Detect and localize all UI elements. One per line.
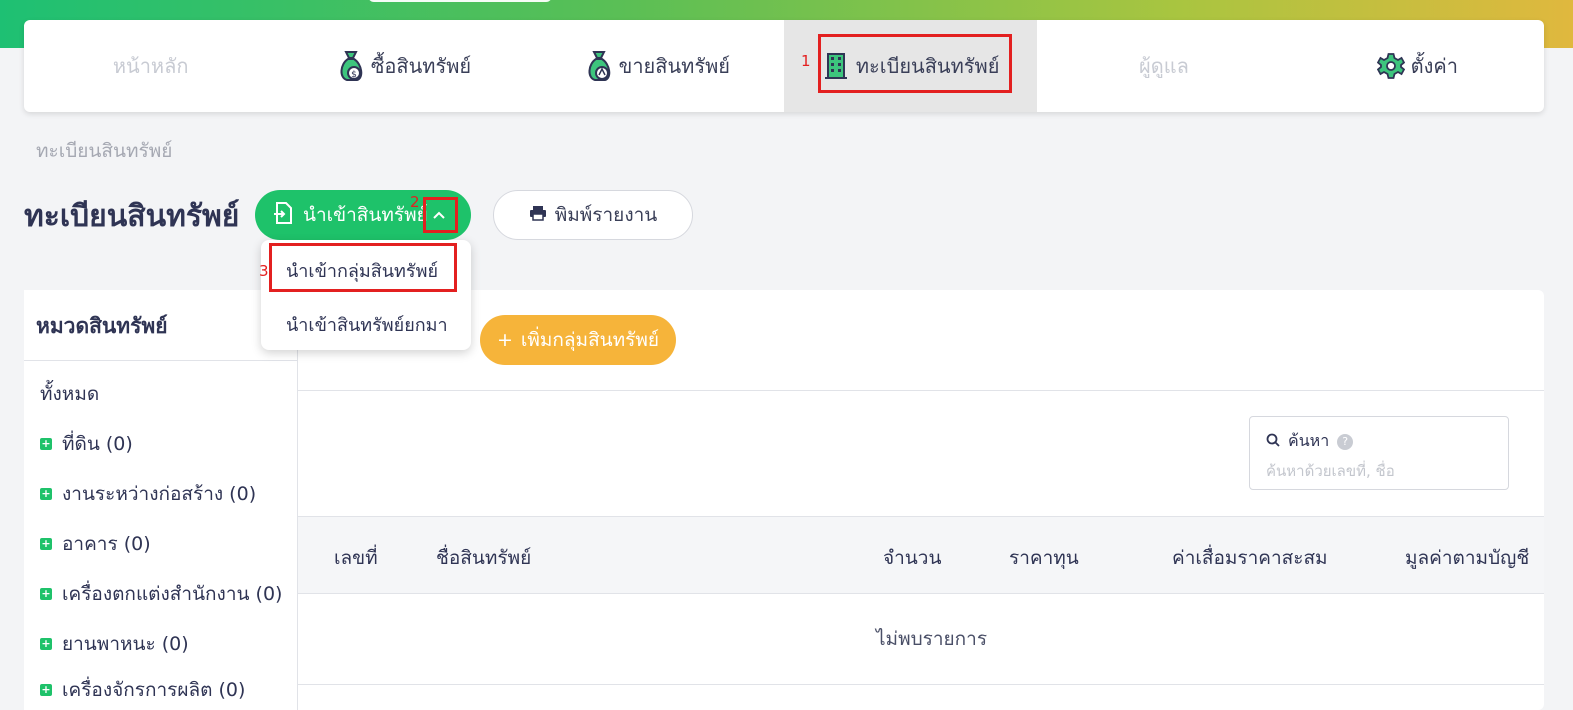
- category-label: เครื่องจักรการผลิต (0): [62, 679, 246, 701]
- category-label: เครื่องตกแต่งสำนักงาน (0): [62, 583, 283, 605]
- search-icon: [1266, 432, 1280, 451]
- row-divider: [298, 684, 1544, 685]
- svg-text:$: $: [351, 70, 357, 80]
- category-item[interactable]: + ยานพาหนะ (0): [40, 629, 189, 659]
- category-item[interactable]: + เครื่องตกแต่งสำนักงาน (0): [40, 579, 282, 609]
- sidebar-divider: [24, 360, 297, 361]
- plus-icon: +: [496, 329, 513, 351]
- highlight-box-2: [423, 197, 458, 233]
- search-field[interactable]: ค้นหา ? ค้นหาด้วยเลขที่, ชื่อ: [1249, 416, 1509, 490]
- highlight-box-1: [818, 34, 1012, 93]
- help-icon[interactable]: ?: [1337, 433, 1354, 450]
- column-header[interactable]: ราคาทุน: [1009, 543, 1079, 573]
- search-label: ค้นหา: [1288, 431, 1330, 450]
- annotation-label-1: 1: [801, 52, 811, 70]
- column-header[interactable]: ค่าเสื่อมราคาสะสม: [1172, 543, 1328, 573]
- expand-plus-icon[interactable]: +: [40, 638, 52, 650]
- nav-item-custodian[interactable]: ผู้ดูแล: [1037, 20, 1290, 112]
- category-item[interactable]: + เครื่องจักรการผลิต (0): [40, 675, 245, 705]
- column-header[interactable]: จำนวน: [883, 543, 941, 573]
- sidebar-title: หมวดสินทรัพย์: [36, 314, 168, 338]
- gear-icon: [1376, 50, 1405, 82]
- money-bag-icon: [585, 50, 613, 82]
- section-divider: [298, 390, 1544, 391]
- nav-item-label: หน้าหลัก: [112, 54, 189, 78]
- category-label: อาคาร (0): [62, 533, 151, 555]
- menu-item-import-brought-forward[interactable]: นำเข้าสินทรัพย์ยกมา: [286, 310, 448, 339]
- category-item[interactable]: + อาคาร (0): [40, 529, 151, 559]
- money-bag-icon: $: [337, 50, 365, 82]
- category-label: ยานพาหนะ (0): [62, 633, 189, 655]
- table-header: เลขที่ ชื่อสินทรัพย์ จำนวน ราคาทุน ค่าเส…: [298, 516, 1544, 594]
- search-input[interactable]: ค้นหาด้วยเลขที่, ชื่อ: [1266, 459, 1395, 483]
- nav-item-home[interactable]: หน้าหลัก: [24, 20, 277, 112]
- highlight-box-3: [269, 243, 457, 292]
- print-report-label: พิมพ์รายงาน: [554, 204, 658, 226]
- column-header[interactable]: มูลค่าตามบัญชี: [1405, 543, 1529, 573]
- nav-item-settings[interactable]: ตั้งค่า: [1291, 20, 1544, 112]
- category-label: ที่ดิน (0): [62, 433, 133, 455]
- add-asset-group-button[interactable]: + เพิ่มกลุ่มสินทรัพย์: [480, 315, 676, 365]
- category-item[interactable]: + งานระหว่างก่อสร้าง (0): [40, 479, 256, 509]
- nav-item-label: ตั้งค่า: [1410, 54, 1458, 78]
- top-pill: [368, 0, 552, 2]
- category-item[interactable]: + ที่ดิน (0): [40, 429, 133, 459]
- expand-plus-icon[interactable]: +: [40, 684, 52, 696]
- empty-state-text: ไม่พบรายการ: [876, 628, 988, 650]
- nav-item-label: ขายสินทรัพย์: [618, 54, 730, 78]
- category-all[interactable]: ทั้งหมด: [40, 379, 99, 409]
- expand-plus-icon[interactable]: +: [40, 588, 52, 600]
- category-label: ทั้งหมด: [40, 383, 100, 405]
- annotation-label-3: 3: [259, 262, 269, 280]
- category-label: งานระหว่างก่อสร้าง (0): [62, 483, 257, 505]
- asset-category-sidebar: หมวดสินทรัพย์ ทั้งหมด + ที่ดิน (0) + งาน…: [24, 290, 298, 710]
- main-nav: หน้าหลัก $ ซื้อสินทรัพย์ ขายสินทรัพย์ ทะ…: [24, 20, 1544, 112]
- expand-plus-icon[interactable]: +: [40, 488, 52, 500]
- page-title: ทะเบียนสินทรัพย์: [24, 199, 240, 234]
- nav-item-label: ผู้ดูแล: [1139, 54, 1189, 78]
- expand-plus-icon[interactable]: +: [40, 438, 52, 450]
- column-header[interactable]: เลขที่: [334, 543, 378, 573]
- column-header[interactable]: ชื่อสินทรัพย์: [436, 543, 531, 573]
- annotation-label-2: 2: [410, 193, 420, 211]
- expand-plus-icon[interactable]: +: [40, 538, 52, 550]
- add-asset-group-label: เพิ่มกลุ่มสินทรัพย์: [520, 329, 660, 351]
- search-label-row: ค้นหา ?: [1266, 429, 1354, 454]
- nav-item-sell-assets[interactable]: ขายสินทรัพย์: [531, 20, 784, 112]
- nav-item-label: ซื้อสินทรัพย์: [370, 54, 472, 78]
- nav-item-buy-assets[interactable]: $ ซื้อสินทรัพย์: [277, 20, 530, 112]
- file-import-icon: [273, 201, 293, 229]
- print-report-button[interactable]: พิมพ์รายงาน: [493, 190, 693, 240]
- breadcrumb[interactable]: ทะเบียนสินทรัพย์: [36, 136, 172, 166]
- printer-icon: [529, 204, 547, 226]
